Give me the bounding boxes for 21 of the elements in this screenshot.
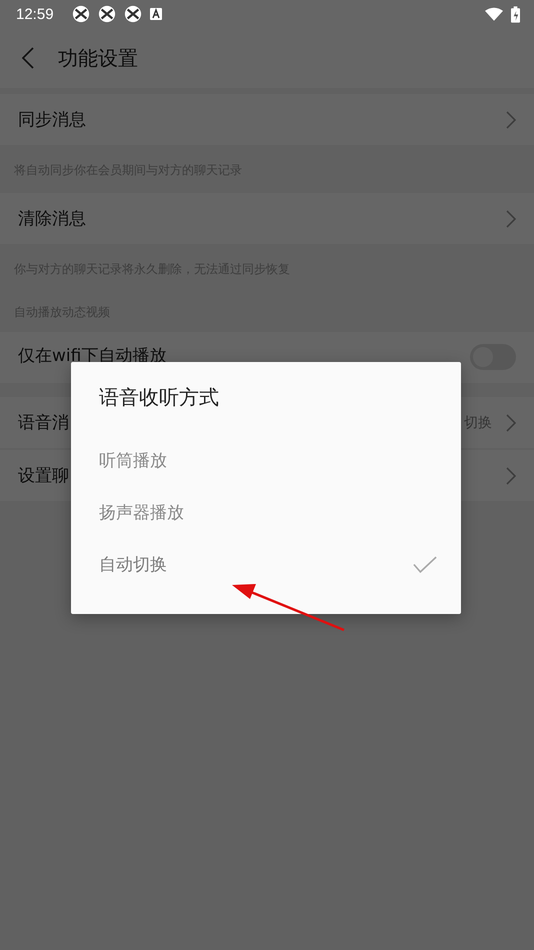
dialog-title: 语音收听方式	[98, 384, 220, 411]
row-label: 语音消	[18, 412, 69, 434]
settings-row[interactable]: 同步消息	[0, 94, 534, 145]
row-label: 设置聊	[18, 465, 69, 487]
dialog-option[interactable]: 自动切换	[71, 538, 461, 590]
checkmark-icon	[413, 556, 437, 572]
chevron-right-icon	[506, 110, 516, 128]
chevron-right-icon	[506, 414, 516, 432]
row-label: 同步消息	[18, 109, 86, 131]
status-time: 12:59	[16, 6, 54, 22]
wifi-icon	[485, 6, 503, 22]
battery-icon	[511, 6, 520, 22]
settings-row[interactable]: 清除消息	[0, 193, 534, 244]
dialog-option[interactable]: 听筒播放	[71, 434, 461, 486]
a-box-icon	[150, 8, 162, 20]
chevron-right-icon	[506, 466, 516, 484]
dialog-option[interactable]: 扬声器播放	[71, 486, 461, 538]
back-icon[interactable]	[22, 47, 34, 69]
page-title: 功能设置	[58, 44, 138, 72]
chevron-right-icon	[506, 210, 516, 228]
row-label: 清除消息	[18, 208, 86, 230]
